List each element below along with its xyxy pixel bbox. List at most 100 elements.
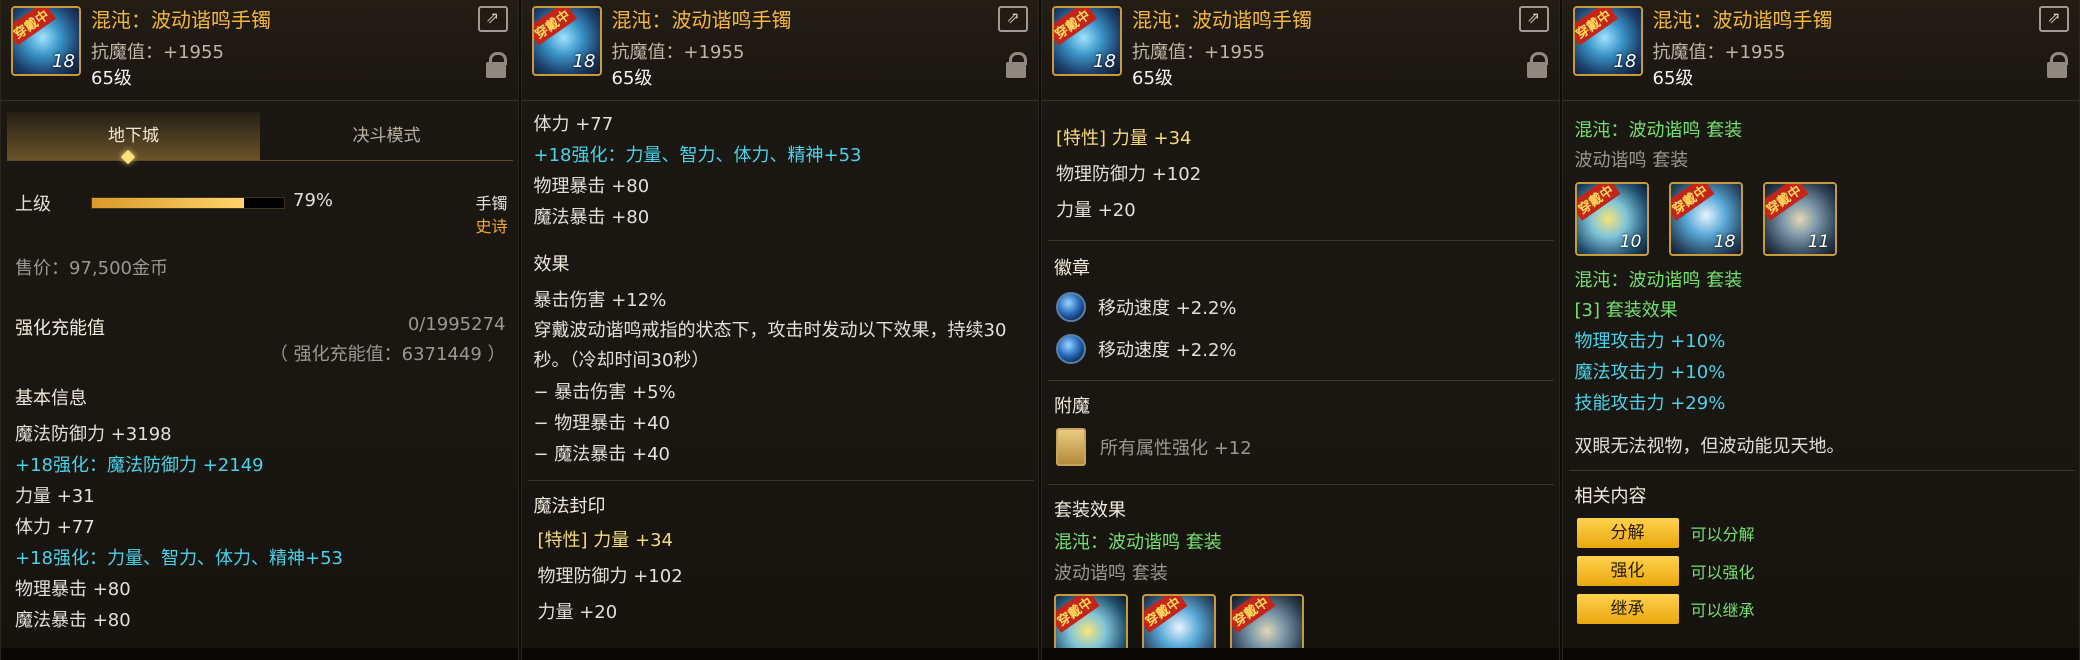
reinforce-level: 18 [1613, 51, 1637, 72]
tab-dungeon[interactable]: 地下城 [7, 112, 260, 160]
effect-line: − 暴击伤害 +5% [533, 382, 676, 403]
panel-bottom-edge [1042, 648, 1559, 660]
effect-line: − 物理暴击 +40 [533, 413, 671, 434]
charge-sub: （ 强化充能值：6371449 ） [269, 344, 506, 365]
stat-line: +18强化：魔法防御力 +2149 [15, 455, 264, 476]
charge-value: 0/1995274 [407, 314, 506, 335]
inherit-button[interactable]: 继承 [1576, 594, 1679, 624]
lock-icon[interactable] [485, 52, 507, 80]
grade-percent: 79% [293, 190, 334, 211]
set-sub: 波动谐鸣 套装 [1054, 563, 1168, 584]
item-level: 65级 [91, 68, 132, 89]
set-piece-icon[interactable]: 穿戴中 11 [1762, 182, 1837, 256]
stat-line: 力量 +31 [15, 486, 95, 507]
bracelet-item-icon: 穿戴中 18 [1572, 6, 1643, 76]
item-magic-resist: 抗魔值：+1955 [1132, 42, 1265, 63]
seal-line: 物理防御力 +102 [1056, 164, 1202, 185]
set-bonus: 物理攻击力 +10% [1574, 331, 1726, 352]
reinforce-level: 11 [1807, 232, 1830, 252]
set-name: 混沌：波动谐鸣 套装 [1054, 532, 1222, 553]
effect-line: − 魔法暴击 +40 [533, 444, 671, 465]
equipped-tag: 穿戴中 [1574, 8, 1618, 46]
equipped-tag: 穿戴中 [13, 8, 57, 46]
emblem-label: 徽章 [1054, 258, 1090, 279]
item-magic-resist: 抗魔值：+1955 [91, 42, 224, 63]
reinforce-level: 18 [52, 51, 75, 72]
item-header: 穿戴中 18 混沌：波动谐鸣手镯 抗魔值：+1955 65级 ⇗ [1042, 0, 1559, 101]
stat-line: 魔法暴击 +80 [15, 610, 131, 631]
enchant-line: 所有属性强化 +12 [1100, 438, 1252, 459]
item-level: 65级 [611, 68, 653, 89]
stat-line: +18强化：力量、智力、体力、精神+53 [15, 548, 343, 569]
basic-info-label: 基本信息 [15, 388, 87, 409]
item-magic-resist: 抗魔值：+1955 [611, 42, 745, 63]
bracelet-item-icon: 穿戴中 18 [11, 6, 81, 76]
reinforce-level: 18 [1093, 51, 1116, 72]
set-count: [3] 套装效果 [1574, 300, 1678, 321]
effect-line: 暴击伤害 +12% [533, 290, 667, 311]
equipped-tag: 穿戴中 [1764, 184, 1809, 221]
share-icon[interactable]: ⇗ [998, 6, 1028, 32]
item-slot: 手镯 [475, 194, 508, 213]
divider [527, 480, 1034, 481]
set-name: 混沌：波动谐鸣 套装 [1574, 120, 1743, 141]
equipped-tag: 穿戴中 [1232, 596, 1276, 633]
item-name: 混沌：波动谐鸣手镯 [611, 8, 792, 32]
tooltip-panel-3: 穿戴中 18 混沌：波动谐鸣手镯 抗魔值：+1955 65级 ⇗ [特性] 力量… [1041, 0, 1560, 660]
equipped-tag: 穿戴中 [1144, 596, 1188, 633]
seal-line: 物理防御力 +102 [537, 566, 683, 587]
item-name: 混沌：波动谐鸣手镯 [1132, 8, 1312, 32]
related-desc: 可以继承 [1690, 601, 1755, 620]
set-bonus: 技能攻击力 +29% [1574, 393, 1726, 414]
related-label: 相关内容 [1574, 486, 1647, 507]
emblem-orb-icon [1056, 292, 1086, 322]
emblem-orb-icon [1056, 334, 1086, 364]
effect-line: 秒。（冷却时间30秒） [533, 350, 710, 371]
bracelet-item-icon: 穿戴中 18 [531, 6, 602, 76]
set-name: 混沌：波动谐鸣 套装 [1574, 270, 1743, 291]
emblem-line: 移动速度 +2.2% [1098, 298, 1237, 319]
item-magic-resist: 抗魔值：+1955 [1652, 42, 1786, 63]
effect-line: 穿戴波动谐鸣戒指的状态下，攻击时发动以下效果，持续30 [533, 320, 1007, 341]
share-icon[interactable]: ⇗ [1518, 6, 1549, 32]
divider [1048, 240, 1554, 241]
seal-line: [特性] 力量 +34 [1056, 128, 1192, 149]
seal-line: [特性] 力量 +34 [537, 530, 673, 551]
grade-label: 上级 [15, 194, 51, 215]
divider [1048, 484, 1554, 485]
reinforce-button[interactable]: 强化 [1576, 556, 1679, 586]
share-icon[interactable]: ⇗ [477, 6, 508, 32]
item-rarity: 史诗 [475, 217, 508, 236]
grade-progress-bar [91, 197, 285, 209]
equipped-tag: 穿戴中 [1054, 8, 1098, 46]
set-bonus: 魔法攻击力 +10% [1574, 362, 1726, 383]
stat-line: 魔法防御力 +3198 [15, 424, 172, 445]
stat-line: +18强化：力量、智力、体力、精神+53 [533, 145, 862, 166]
set-piece-icon[interactable]: 穿戴中 10 [1574, 182, 1649, 256]
disassemble-button[interactable]: 分解 [1576, 518, 1679, 548]
tooltip-panel-4: 穿戴中 18 混沌：波动谐鸣手镯 抗魔值：+1955 65级 ⇗ 混沌：波动谐鸣… [1561, 0, 2080, 660]
equipped-tag: 穿戴中 [1576, 184, 1621, 221]
reinforce-level: 10 [1619, 232, 1642, 252]
equipped-tag: 穿戴中 [1670, 184, 1715, 221]
lock-icon[interactable] [1006, 52, 1027, 80]
lock-icon[interactable] [1526, 52, 1548, 80]
set-piece-icon[interactable]: 穿戴中 18 [1668, 182, 1743, 256]
lock-icon[interactable] [2047, 52, 2068, 80]
panel-bottom-edge [521, 648, 1038, 660]
magic-seal-label: 魔法封印 [533, 496, 606, 517]
item-level: 65级 [1132, 68, 1173, 89]
item-header: 穿戴中 18 混沌：波动谐鸣手镯 抗魔值：+1955 65级 ⇗ [521, 0, 1038, 101]
share-icon[interactable]: ⇗ [2039, 6, 2069, 32]
item-header: 穿戴中 18 混沌：波动谐鸣手镯 抗魔值：+1955 65级 ⇗ [1562, 0, 2079, 101]
stat-line: 体力 +77 [15, 517, 95, 538]
item-name: 混沌：波动谐鸣手镯 [1652, 8, 1833, 32]
tooltip-panel-1: 穿戴中 18 混沌：波动谐鸣手镯 抗魔值：+1955 65级 ⇗ 地下城 决斗模… [0, 0, 519, 660]
sell-price: 售价：97,500金币 [15, 258, 168, 279]
item-level: 65级 [1652, 68, 1694, 89]
stat-line: 魔法暴击 +80 [533, 207, 650, 228]
bracelet-item-icon: 穿戴中 18 [1052, 6, 1122, 76]
tab-duel[interactable]: 决斗模式 [260, 112, 513, 160]
tooltip-panel-2: 穿戴中 18 混沌：波动谐鸣手镯 抗魔值：+1955 65级 ⇗ 体力 +77 … [520, 0, 1039, 660]
enchant-label: 附魔 [1054, 396, 1090, 417]
